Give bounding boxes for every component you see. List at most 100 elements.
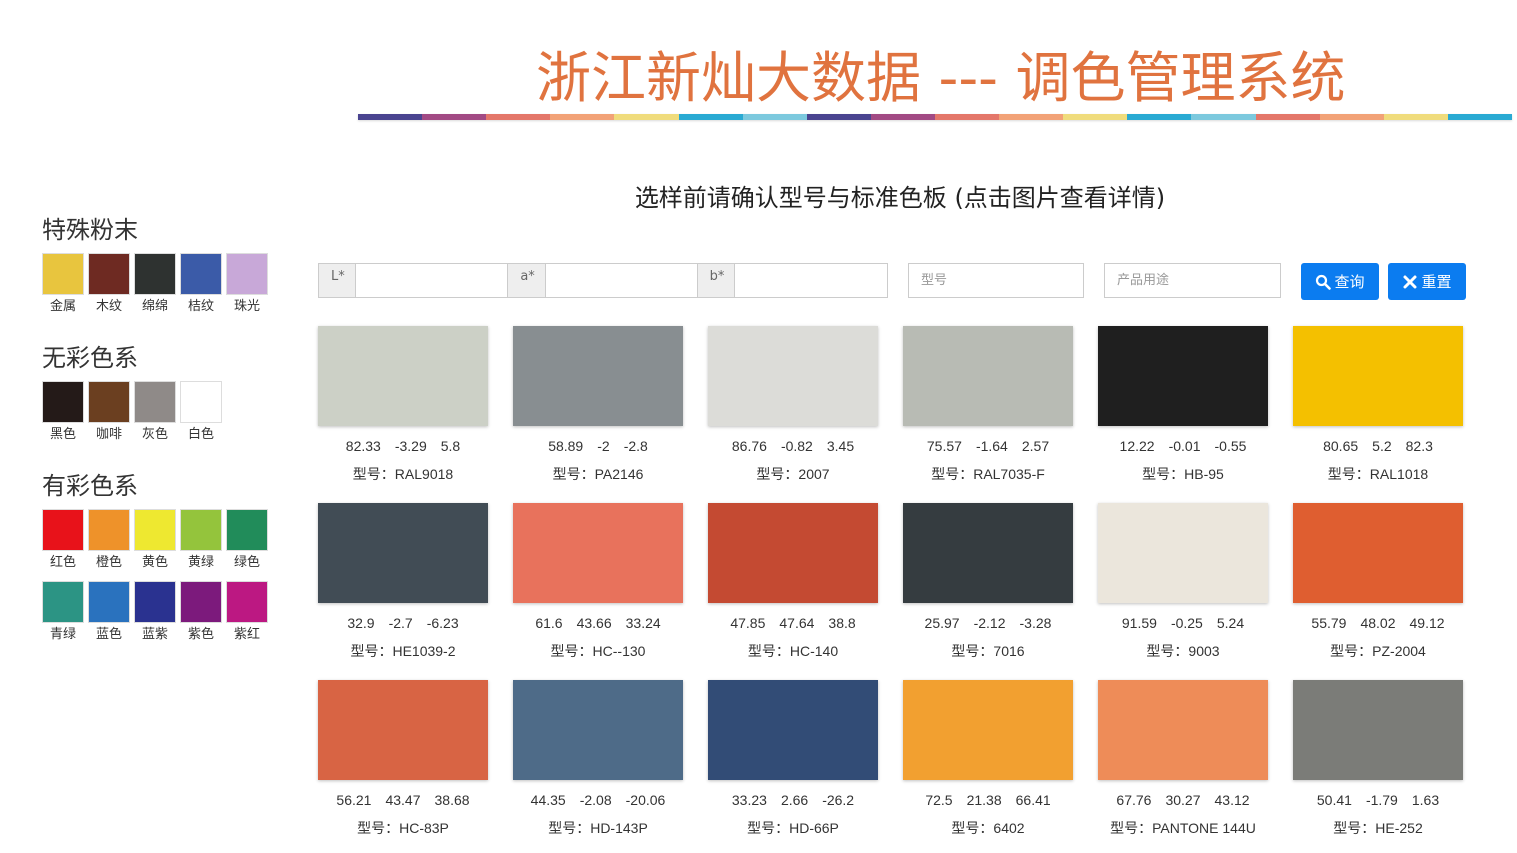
category-swatch-chip[interactable]: [42, 509, 84, 551]
stripe-segment: [358, 114, 423, 120]
color-card-swatch[interactable]: [1098, 503, 1268, 603]
category-swatch[interactable]: 青绿: [42, 581, 84, 643]
color-card[interactable]: 82.33 -3.29 5.8 型号：RAL9018: [318, 326, 488, 482]
color-card[interactable]: 72.5 21.38 66.41 型号：6402: [903, 680, 1073, 836]
category-swatch-chip[interactable]: [226, 253, 268, 295]
sidebar-group-title: 特殊粉末: [42, 216, 138, 244]
lab-value-b: -3.28: [1019, 615, 1052, 631]
category-swatch[interactable]: 金属: [42, 253, 84, 315]
b-star-input[interactable]: [734, 264, 887, 297]
lab-value-b: 38.68: [434, 792, 470, 808]
reset-button[interactable]: 重置: [1388, 263, 1466, 300]
color-card-swatch[interactable]: [513, 680, 683, 780]
category-swatch-chip[interactable]: [180, 253, 222, 295]
category-swatch[interactable]: 咖啡: [88, 381, 130, 443]
category-swatch-chip[interactable]: [88, 581, 130, 623]
category-swatch[interactable]: 黑色: [42, 381, 84, 443]
color-card[interactable]: 91.59 -0.25 5.24 型号：9003: [1098, 503, 1268, 659]
category-swatch[interactable]: 灰色: [134, 381, 176, 443]
category-swatch-chip[interactable]: [226, 581, 268, 623]
color-card[interactable]: 44.35 -2.08 -20.06 型号：HD-143P: [513, 680, 683, 836]
category-swatch-chip[interactable]: [180, 581, 222, 623]
category-swatch-chip[interactable]: [42, 581, 84, 623]
color-card-swatch[interactable]: [708, 680, 878, 780]
lab-values: 75.57 -1.64 2.57: [903, 438, 1073, 454]
category-swatch-label: 珠光: [233, 299, 260, 314]
color-card[interactable]: 33.23 2.66 -26.2 型号：HD-66P: [708, 680, 878, 836]
category-swatch-chip[interactable]: [226, 509, 268, 551]
model-number: 型号：PZ-2004: [1330, 643, 1426, 659]
lab-value-b: -20.06: [625, 792, 666, 808]
color-card-swatch[interactable]: [318, 326, 488, 426]
category-swatch[interactable]: 绵绵: [134, 253, 176, 315]
category-swatch[interactable]: 紫红: [226, 581, 268, 643]
stripe-segment: [1383, 114, 1448, 120]
category-swatch[interactable]: 珠光: [226, 253, 268, 315]
lab-value-b: 82.3: [1405, 438, 1433, 454]
a-star-input[interactable]: [545, 264, 698, 297]
color-card-swatch[interactable]: [1293, 680, 1463, 780]
category-swatch[interactable]: 紫色: [180, 581, 222, 643]
category-swatch[interactable]: 白色: [180, 381, 222, 443]
color-card-swatch[interactable]: [1098, 326, 1268, 426]
category-swatch-chip[interactable]: [42, 381, 84, 423]
lab-value-l: 80.65: [1323, 438, 1359, 454]
category-swatch[interactable]: 红色: [42, 509, 84, 571]
lab-value-a: 43.47: [385, 792, 421, 808]
color-card-swatch[interactable]: [513, 503, 683, 603]
category-swatch[interactable]: 木纹: [88, 253, 130, 315]
color-card[interactable]: 75.57 -1.64 2.57 型号：RAL7035-F: [903, 326, 1073, 482]
category-swatch[interactable]: 绿色: [226, 509, 268, 571]
color-card-swatch[interactable]: [1098, 680, 1268, 780]
color-card-swatch[interactable]: [903, 503, 1073, 603]
category-swatch[interactable]: 蓝色: [88, 581, 130, 643]
color-card[interactable]: 80.65 5.2 82.3 型号：RAL1018: [1293, 326, 1463, 482]
stripe-segment: [486, 114, 551, 120]
color-card[interactable]: 58.89 -2 -2.8 型号：PA2146: [513, 326, 683, 482]
color-card-swatch[interactable]: [318, 680, 488, 780]
category-swatch-chip[interactable]: [134, 381, 176, 423]
category-swatch[interactable]: 桔纹: [180, 253, 222, 315]
usage-input[interactable]: [1104, 263, 1281, 298]
color-card-swatch[interactable]: [1293, 326, 1463, 426]
color-card-swatch[interactable]: [903, 326, 1073, 426]
color-card[interactable]: 47.85 47.64 38.8 型号：HC-140: [708, 503, 878, 659]
category-swatch[interactable]: 黄色: [134, 509, 176, 571]
color-card-swatch[interactable]: [708, 503, 878, 603]
color-card[interactable]: 12.22 -0.01 -0.55 型号：HB-95: [1098, 326, 1268, 482]
color-card-swatch[interactable]: [903, 680, 1073, 780]
color-card-swatch[interactable]: [318, 503, 488, 603]
category-swatch-chip[interactable]: [88, 253, 130, 295]
lab-value-l: 91.59: [1121, 615, 1157, 631]
lab-value-b: 1.63: [1411, 792, 1440, 808]
l-star-input[interactable]: [356, 264, 509, 297]
category-swatch-chip[interactable]: [134, 581, 176, 623]
category-swatch-label: 红色: [49, 555, 76, 570]
color-card-swatch[interactable]: [708, 326, 878, 426]
color-card[interactable]: 32.9 -2.7 -6.23 型号：HE1039-2: [318, 503, 488, 659]
category-swatch-chip[interactable]: [88, 381, 130, 423]
category-swatch-chip[interactable]: [42, 253, 84, 295]
lab-value-a: 2.66: [780, 792, 809, 808]
category-swatch[interactable]: 黄绿: [180, 509, 222, 571]
color-card-swatch[interactable]: [513, 326, 683, 426]
model-input[interactable]: [908, 263, 1084, 298]
category-swatch-chip[interactable]: [180, 381, 222, 423]
query-button[interactable]: 查询: [1301, 263, 1379, 300]
color-card[interactable]: 56.21 43.47 38.68 型号：HC-83P: [318, 680, 488, 836]
color-card-swatch[interactable]: [1293, 503, 1463, 603]
color-card[interactable]: 55.79 48.02 49.12 型号：PZ-2004: [1293, 503, 1463, 659]
color-card[interactable]: 61.6 43.66 33.24 型号：HC--130: [513, 503, 683, 659]
stripe-segment: [550, 114, 615, 120]
category-swatch-chip[interactable]: [134, 253, 176, 295]
color-card[interactable]: 67.76 30.27 43.12 型号：PANTONE 144U: [1098, 680, 1268, 836]
category-swatch-chip[interactable]: [88, 509, 130, 551]
color-card[interactable]: 25.97 -2.12 -3.28 型号：7016: [903, 503, 1073, 659]
category-swatch[interactable]: 蓝紫: [134, 581, 176, 643]
category-swatch-chip[interactable]: [134, 509, 176, 551]
category-swatch[interactable]: 橙色: [88, 509, 130, 571]
category-swatch-chip[interactable]: [180, 509, 222, 551]
lab-value-a: -3.29: [394, 438, 427, 454]
color-card[interactable]: 50.41 -1.79 1.63 型号：HE-252: [1293, 680, 1463, 836]
color-card[interactable]: 86.76 -0.82 3.45 型号：2007: [708, 326, 878, 482]
